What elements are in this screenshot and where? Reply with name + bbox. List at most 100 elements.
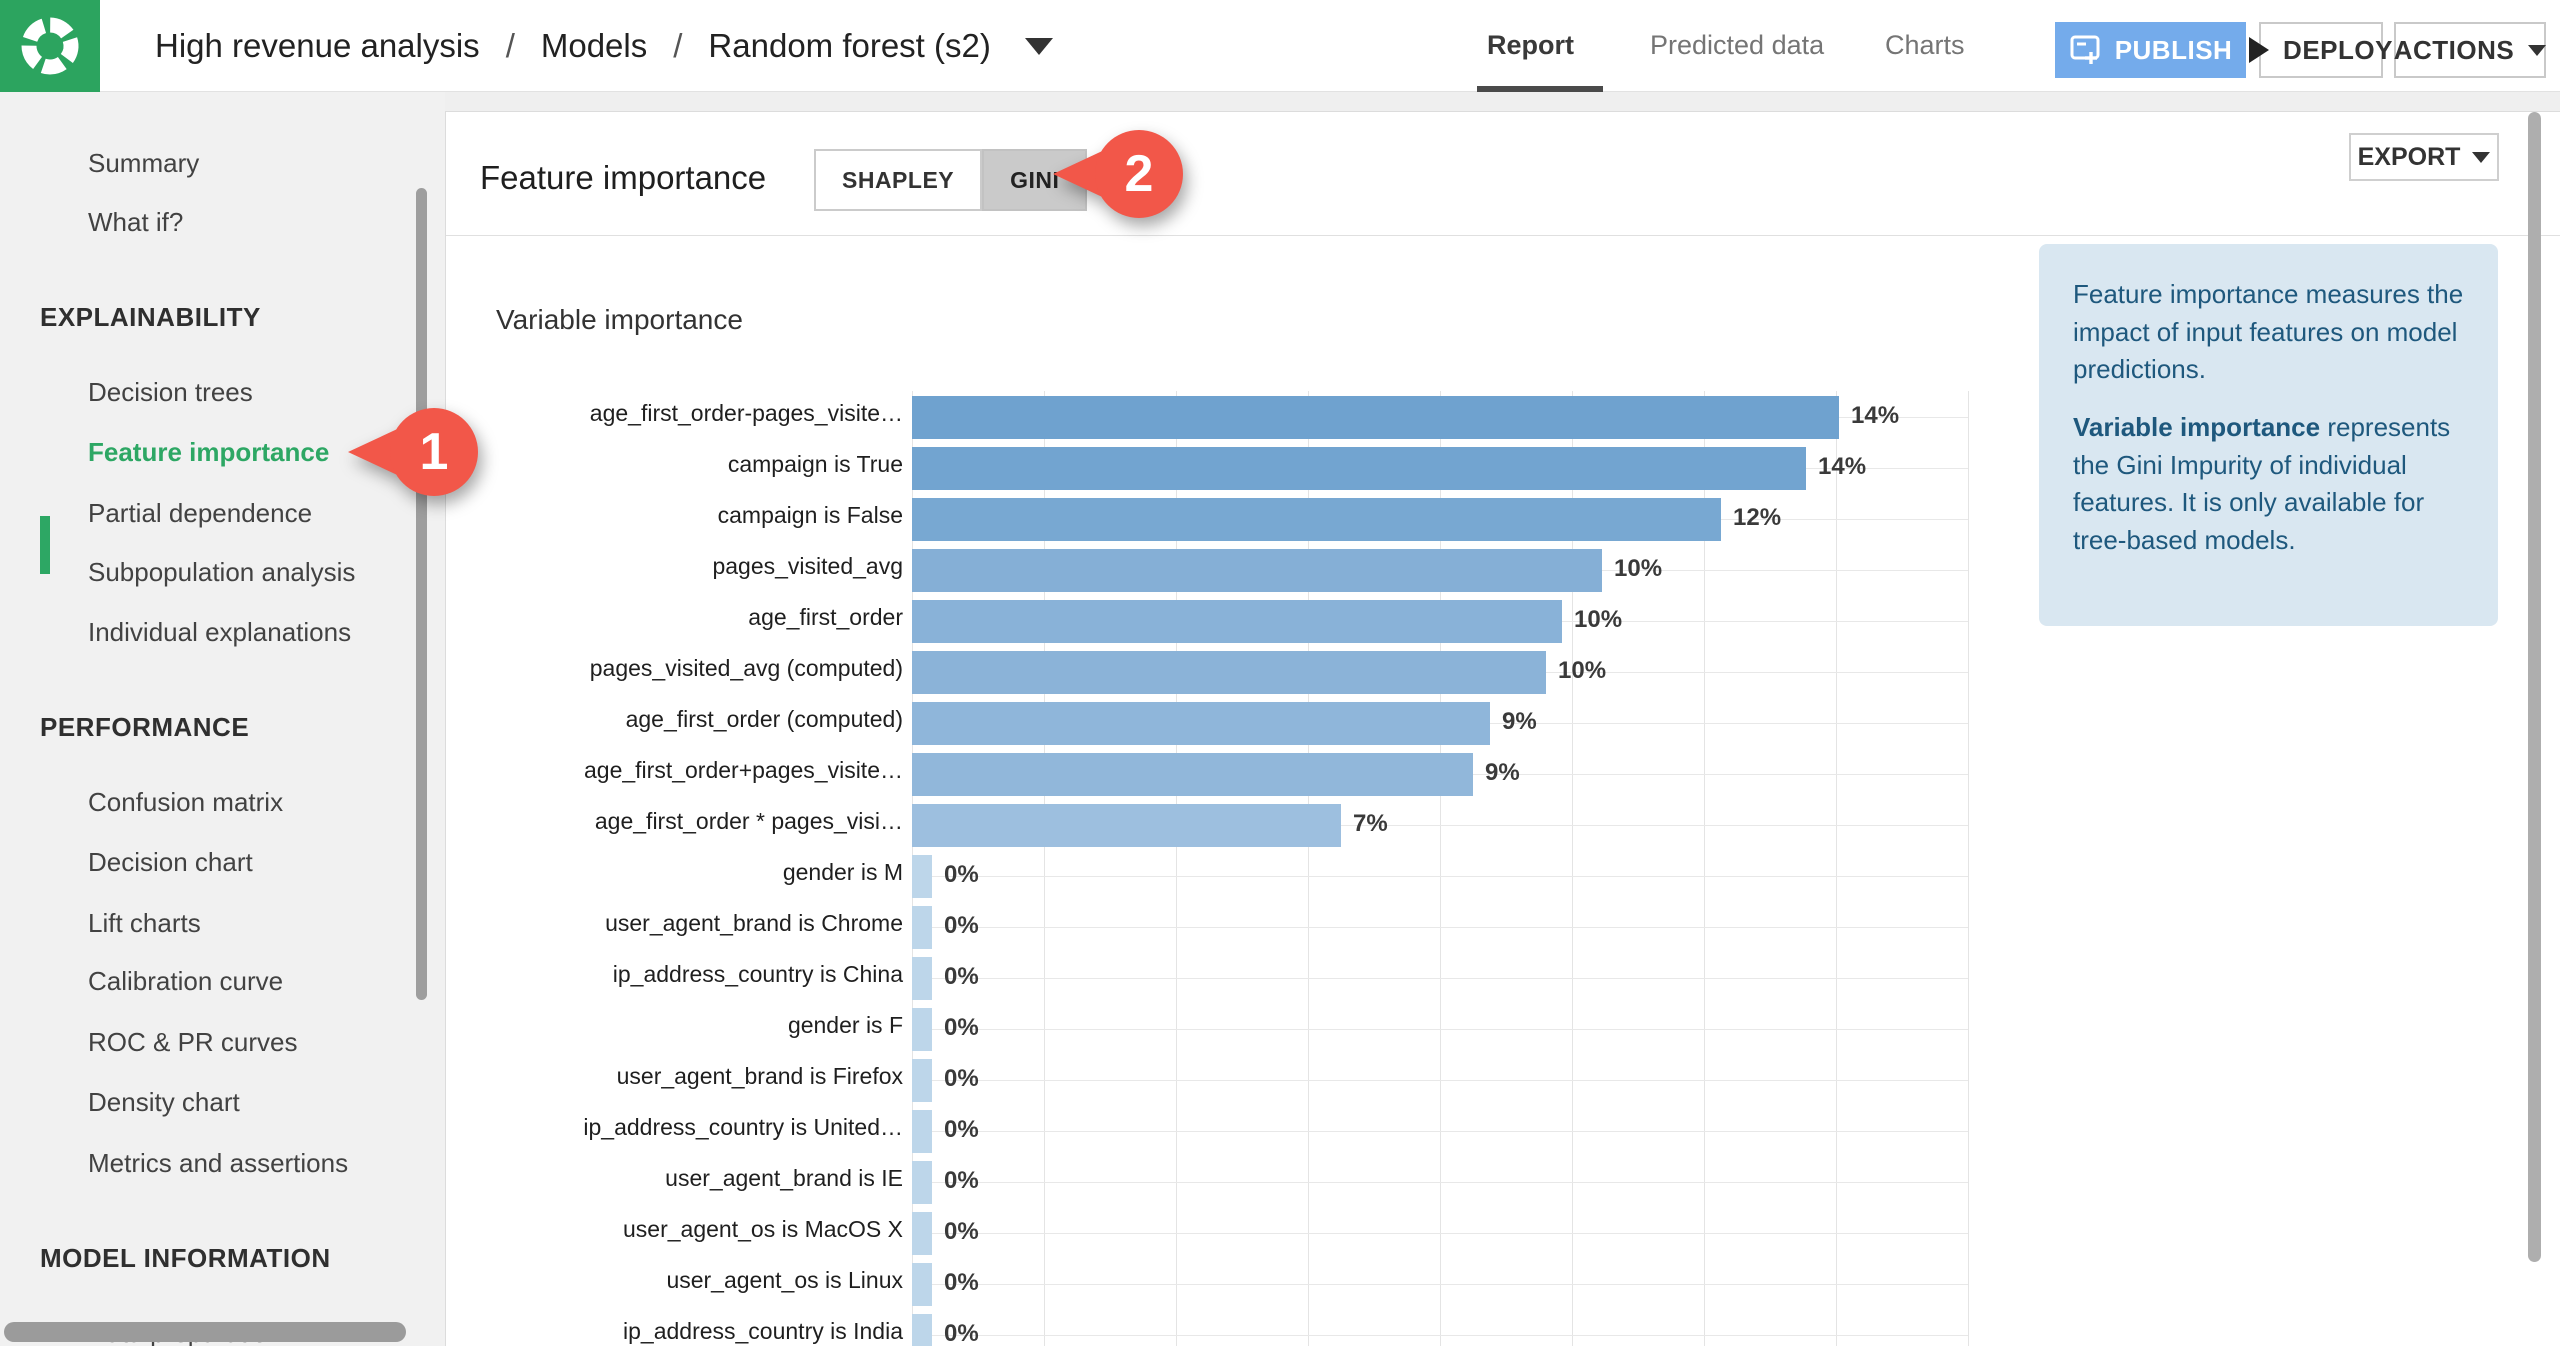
value-label: 12% bbox=[1733, 504, 1782, 531]
active-item-indicator bbox=[40, 516, 50, 574]
chart-row: user_agent_os is Linux 0% bbox=[446, 1263, 2560, 1306]
breadcrumb-separator: / bbox=[673, 27, 683, 64]
chart-title: Variable importance bbox=[496, 304, 743, 335]
chevron-down-icon bbox=[2472, 151, 2491, 163]
importance-bar[interactable] bbox=[912, 753, 1473, 796]
tab-predicted-data[interactable]: Predicted data bbox=[1650, 0, 1824, 91]
sidebar-item-metrics-and-assertions[interactable]: Metrics and assertions bbox=[88, 1145, 348, 1181]
panel-divider bbox=[446, 235, 2560, 236]
chart-row: age_first_order+pages_visite… 9% bbox=[446, 753, 2560, 796]
annotation-pin-1: 1 bbox=[346, 402, 478, 507]
sidebar-item-decision-chart[interactable]: Decision chart bbox=[88, 844, 253, 880]
sidebar-section-explainability: EXPLAINABILITY bbox=[40, 302, 261, 332]
importance-bar[interactable] bbox=[912, 1314, 932, 1346]
feature-importance-panel: Feature importance SHAPLEY GINI EXPORT Va… bbox=[445, 111, 2560, 1346]
importance-bar[interactable] bbox=[912, 906, 932, 949]
annotation-number: 1 bbox=[420, 423, 449, 481]
importance-bar[interactable] bbox=[912, 1161, 932, 1204]
toggle-option-shapley[interactable]: SHAPLEY bbox=[814, 149, 983, 211]
category-label: age_first_order bbox=[748, 604, 903, 630]
value-label: 0% bbox=[944, 1320, 979, 1346]
chart-row: user_agent_brand is Firefox 0% bbox=[446, 1059, 2560, 1102]
sidebar-item-feature-importance[interactable]: Feature importance bbox=[88, 434, 329, 470]
actions-button[interactable]: ACTIONS bbox=[2393, 22, 2547, 78]
deploy-button[interactable]: DEPLOY bbox=[2249, 22, 2392, 78]
sidebar-item-roc-pr-curves[interactable]: ROC & PR curves bbox=[88, 1024, 298, 1060]
chevron-down-icon[interactable] bbox=[1024, 37, 1053, 55]
importance-bar[interactable] bbox=[912, 396, 1839, 439]
dataiku-logo[interactable] bbox=[0, 0, 100, 92]
chart-row: gender is M 0% bbox=[446, 855, 2560, 898]
actions-label: ACTIONS bbox=[2393, 34, 2515, 65]
importance-bar[interactable] bbox=[912, 1212, 932, 1255]
sidebar-item-calibration-curve[interactable]: Calibration curve bbox=[88, 963, 283, 999]
chart-row: pages_visited_avg (computed) 10% bbox=[446, 651, 2560, 694]
value-label: 0% bbox=[944, 1014, 979, 1041]
active-tab-underline bbox=[1477, 86, 1603, 92]
category-label: campaign is False bbox=[717, 502, 903, 528]
sidebar-section-model-information: MODEL INFORMATION bbox=[40, 1243, 331, 1273]
importance-bar[interactable] bbox=[912, 600, 1562, 643]
row-gridline bbox=[912, 1284, 1968, 1285]
importance-bar[interactable] bbox=[912, 1110, 932, 1153]
chart-row: age_first_order * pages_visi… 7% bbox=[446, 804, 2560, 847]
importance-bar[interactable] bbox=[912, 1059, 932, 1102]
breadcrumb-item[interactable]: High revenue analysis bbox=[155, 27, 480, 65]
row-gridline bbox=[912, 927, 1968, 928]
chart-row: user_agent_brand is Chrome 0% bbox=[446, 906, 2560, 949]
sidebar-item-subpopulation-analysis[interactable]: Subpopulation analysis bbox=[88, 554, 355, 590]
importance-bar[interactable] bbox=[912, 1263, 932, 1306]
category-label: gender is M bbox=[782, 859, 903, 885]
row-gridline bbox=[912, 978, 1968, 979]
sidebar-item-what-if-[interactable]: What if? bbox=[88, 204, 183, 240]
breadcrumb-item[interactable]: Models bbox=[541, 27, 647, 65]
tab-charts[interactable]: Charts bbox=[1885, 0, 1965, 91]
sidebar-item-lift-charts[interactable]: Lift charts bbox=[88, 905, 201, 941]
category-label: ip_address_country is India bbox=[623, 1318, 903, 1344]
chart-row: ip_address_country is United… 0% bbox=[446, 1110, 2560, 1153]
breadcrumb-item[interactable]: Random forest (s2) bbox=[708, 27, 990, 65]
report-sidebar: Summary What if? EXPLAINABILITY Decision tr… bbox=[0, 92, 445, 1346]
category-label: ip_address_country is China bbox=[612, 961, 903, 987]
category-label: age_first_order+pages_visite… bbox=[584, 757, 903, 783]
publish-button[interactable]: PUBLISH bbox=[2055, 22, 2246, 78]
main-scrollbar[interactable] bbox=[2528, 112, 2541, 1262]
sidebar-item-individual-explanations[interactable]: Individual explanations bbox=[88, 614, 351, 650]
tab-report[interactable]: Report bbox=[1487, 0, 1574, 91]
value-label: 0% bbox=[944, 1269, 979, 1296]
export-button[interactable]: EXPORT bbox=[2349, 133, 2499, 181]
value-label: 0% bbox=[944, 1116, 979, 1143]
importance-bar[interactable] bbox=[912, 549, 1602, 592]
category-label: age_first_order * pages_visi… bbox=[594, 808, 903, 834]
sidebar-item-confusion-matrix[interactable]: Confusion matrix bbox=[88, 784, 283, 820]
row-gridline bbox=[912, 876, 1968, 877]
sidebar-item-partial-dependence[interactable]: Partial dependence bbox=[88, 495, 312, 531]
importance-bar[interactable] bbox=[912, 855, 932, 898]
importance-bar[interactable] bbox=[912, 651, 1546, 694]
shapley-gini-toggle: SHAPLEY GINI bbox=[814, 149, 1088, 211]
importance-bar[interactable] bbox=[912, 447, 1806, 490]
category-label: campaign is True bbox=[727, 451, 903, 477]
category-label: age_first_order (computed) bbox=[625, 706, 903, 732]
importance-bar[interactable] bbox=[912, 804, 1341, 847]
sidebar-item-decision-trees[interactable]: Decision trees bbox=[88, 374, 253, 410]
value-label: 10% bbox=[1574, 606, 1623, 633]
export-label: EXPORT bbox=[2357, 142, 2461, 171]
sidebar-scrollbar[interactable] bbox=[416, 188, 427, 1000]
sidebar-item-density-chart[interactable]: Density chart bbox=[88, 1084, 240, 1120]
category-label: user_agent_brand is IE bbox=[665, 1165, 903, 1191]
row-gridline bbox=[912, 1080, 1968, 1081]
category-label: user_agent_os is MacOS X bbox=[623, 1216, 903, 1242]
sidebar-item-summary[interactable]: Summary bbox=[88, 145, 199, 181]
importance-bar[interactable] bbox=[912, 498, 1721, 541]
value-label: 0% bbox=[944, 861, 979, 888]
category-label: user_agent_os is Linux bbox=[666, 1267, 903, 1293]
row-gridline bbox=[912, 1233, 1968, 1234]
chart-row: age_first_order (computed) 9% bbox=[446, 702, 2560, 745]
horizontal-scrollbar[interactable] bbox=[4, 1322, 406, 1342]
importance-bar[interactable] bbox=[912, 957, 932, 1000]
publish-dashboard-icon bbox=[2070, 35, 2100, 64]
value-label: 7% bbox=[1353, 810, 1388, 837]
importance-bar[interactable] bbox=[912, 702, 1490, 745]
importance-bar[interactable] bbox=[912, 1008, 932, 1051]
